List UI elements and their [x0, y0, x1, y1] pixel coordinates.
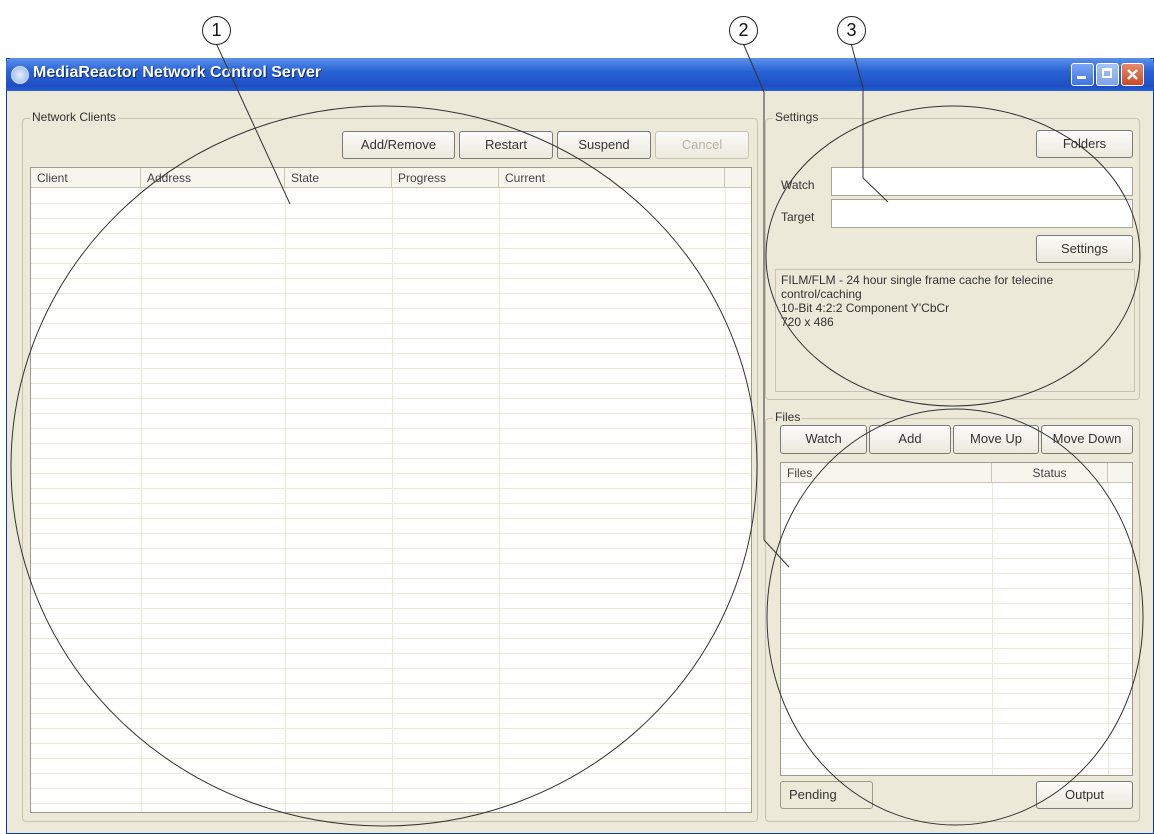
maximize-button[interactable]: [1096, 63, 1119, 86]
grid-column-line: [141, 188, 142, 812]
grid-row-line: [781, 693, 1132, 694]
grid-row-line: [781, 588, 1132, 589]
grid-row-line: [781, 558, 1132, 559]
target-field[interactable]: [831, 199, 1133, 228]
network-clients-label: Network Clients: [30, 110, 119, 124]
column-header-current[interactable]: Current: [499, 168, 725, 188]
watch-button[interactable]: Watch: [780, 425, 867, 454]
tab-pending[interactable]: Pending: [780, 781, 873, 809]
suspend-button[interactable]: Suspend: [557, 131, 651, 159]
grid-column-line: [992, 483, 993, 775]
column-header-state[interactable]: State: [285, 168, 392, 188]
column-header-client[interactable]: Client: [31, 168, 141, 188]
info-line: 10-Bit 4:2:2 Component Y'CbCr: [781, 301, 950, 315]
window-title: MediaReactor Network Control Server: [33, 64, 322, 81]
close-icon: [1127, 69, 1138, 80]
callout-marker-3: 3: [837, 16, 866, 45]
grid-row-line: [781, 753, 1132, 754]
grid-column-line: [392, 188, 393, 812]
folders-button[interactable]: Folders: [1036, 130, 1133, 158]
settings-button[interactable]: Settings: [1036, 235, 1133, 263]
grid-row-line: [781, 543, 1132, 544]
cancel-button[interactable]: Cancel: [655, 131, 749, 159]
add-remove-button[interactable]: Add/Remove: [342, 131, 455, 159]
grid-row-line: [781, 723, 1132, 724]
info-line: 720 x 486: [781, 315, 834, 329]
app-icon: [11, 66, 29, 84]
files-list[interactable]: Files Status: [780, 462, 1133, 776]
restart-button[interactable]: Restart: [459, 131, 553, 159]
callout-marker-2: 2: [729, 16, 758, 45]
grid-row-line: [781, 498, 1132, 499]
grid-row-line: [781, 768, 1132, 769]
grid-column-line: [499, 188, 500, 812]
watch-field[interactable]: [831, 167, 1133, 196]
minimize-button[interactable]: [1071, 63, 1094, 86]
add-button[interactable]: Add: [869, 425, 951, 454]
tab-output[interactable]: Output: [1036, 781, 1133, 809]
column-header-filler: [1108, 463, 1132, 483]
grid-row-line: [781, 648, 1132, 649]
column-header-files[interactable]: Files: [781, 463, 992, 483]
info-line: control/caching: [781, 287, 862, 301]
grid-column-line: [1108, 483, 1109, 775]
grid-row-line: [781, 678, 1132, 679]
close-button[interactable]: [1121, 63, 1144, 86]
settings-info-panel: FILM/FLM - 24 hour single frame cache fo…: [775, 269, 1135, 392]
settings-label: Settings: [773, 110, 821, 124]
grid-row-line: [781, 513, 1132, 514]
column-header-status[interactable]: Status: [992, 463, 1108, 483]
move-down-button[interactable]: Move Down: [1041, 425, 1133, 454]
maximize-icon: [1102, 68, 1112, 78]
grid-column-line: [725, 188, 726, 812]
watch-label: Watch: [781, 178, 815, 192]
grid-row-line: [781, 633, 1132, 634]
grid-column-line: [285, 188, 286, 812]
column-header-filler: [725, 168, 751, 188]
network-clients-list[interactable]: Client Address State Progress Current: [30, 167, 752, 813]
grid-row-line: [781, 738, 1132, 739]
info-line: FILM/FLM - 24 hour single frame cache fo…: [781, 273, 1054, 287]
target-label: Target: [781, 210, 815, 224]
column-header-progress[interactable]: Progress: [392, 168, 499, 188]
grid-row-line: [781, 573, 1132, 574]
minimize-icon: [1077, 76, 1086, 79]
grid-row-line: [781, 528, 1132, 529]
grid-row-line: [781, 603, 1132, 604]
grid-row-line: [781, 663, 1132, 664]
callout-marker-1: 1: [202, 16, 231, 45]
grid-row-line: [781, 708, 1132, 709]
grid-row-line: [781, 618, 1132, 619]
column-header-address[interactable]: Address: [141, 168, 285, 188]
move-up-button[interactable]: Move Up: [953, 425, 1039, 454]
files-label: Files: [773, 410, 803, 424]
